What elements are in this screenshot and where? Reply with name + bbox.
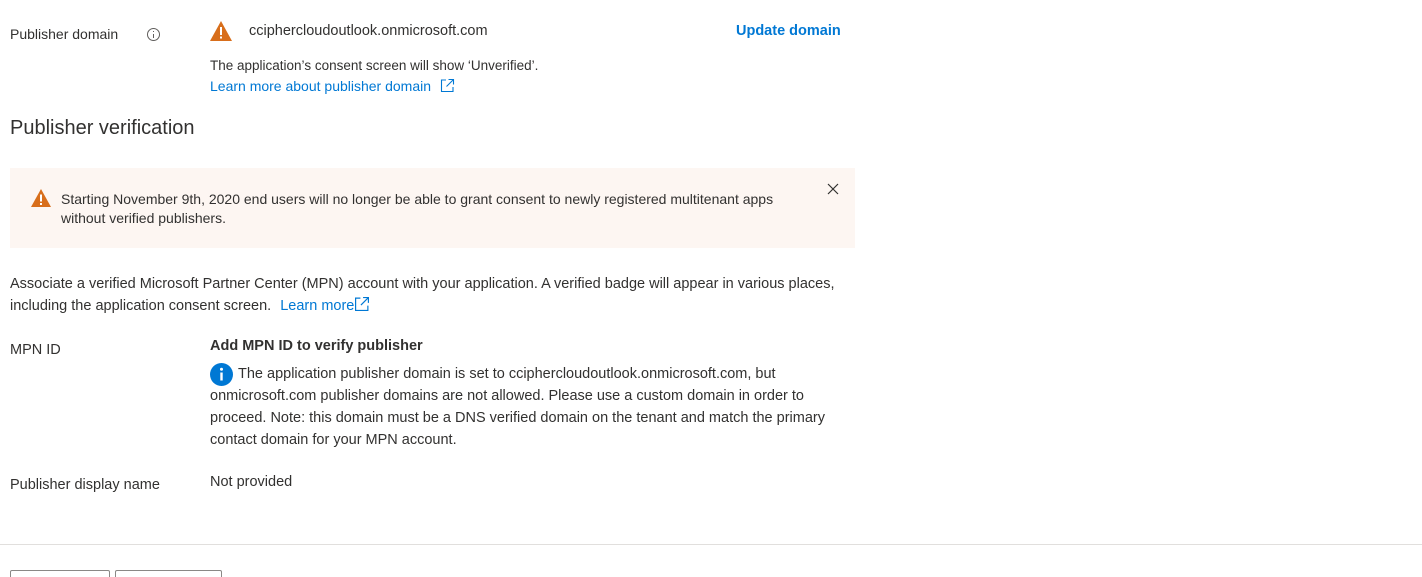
external-link-icon <box>355 297 370 311</box>
mpn-id-label: MPN ID <box>10 342 61 358</box>
publisher-domain-value: cciphercloudoutlook.onmicrosoft.com <box>249 23 488 39</box>
learn-more-label: Learn more <box>280 298 355 314</box>
learn-more-link[interactable]: Learn more <box>280 297 370 314</box>
learn-more-publisher-domain-link[interactable]: Learn more about publisher domain <box>210 78 455 94</box>
warning-icon <box>210 21 232 41</box>
consent-screen-note: The application’s consent screen will sh… <box>210 58 539 73</box>
close-icon[interactable] <box>827 183 839 195</box>
mpn-info-message: The application publisher domain is set … <box>210 366 825 448</box>
info-icon[interactable] <box>147 28 160 41</box>
external-link-icon <box>440 78 454 93</box>
mpn-description-text: Associate a verified Microsoft Partner C… <box>10 276 835 314</box>
footer-divider <box>0 544 1422 545</box>
footer-button-primary[interactable] <box>10 570 110 577</box>
mpn-heading: Add MPN ID to verify publisher <box>210 338 423 354</box>
mpn-description: Associate a verified Microsoft Partner C… <box>10 273 840 317</box>
warning-icon <box>31 189 51 207</box>
update-domain-link[interactable]: Update domain <box>736 23 841 39</box>
footer-button-secondary[interactable] <box>115 570 222 577</box>
display-name-value: Not provided <box>210 474 293 490</box>
section-title: Publisher verification <box>10 117 195 139</box>
display-name-label: Publisher display name <box>10 477 160 493</box>
publisher-domain-label: Publisher domain <box>10 26 119 42</box>
learn-more-publisher-domain-label: Learn more about publisher domain <box>210 78 432 94</box>
banner-message: Starting November 9th, 2020 end users wi… <box>61 191 774 226</box>
